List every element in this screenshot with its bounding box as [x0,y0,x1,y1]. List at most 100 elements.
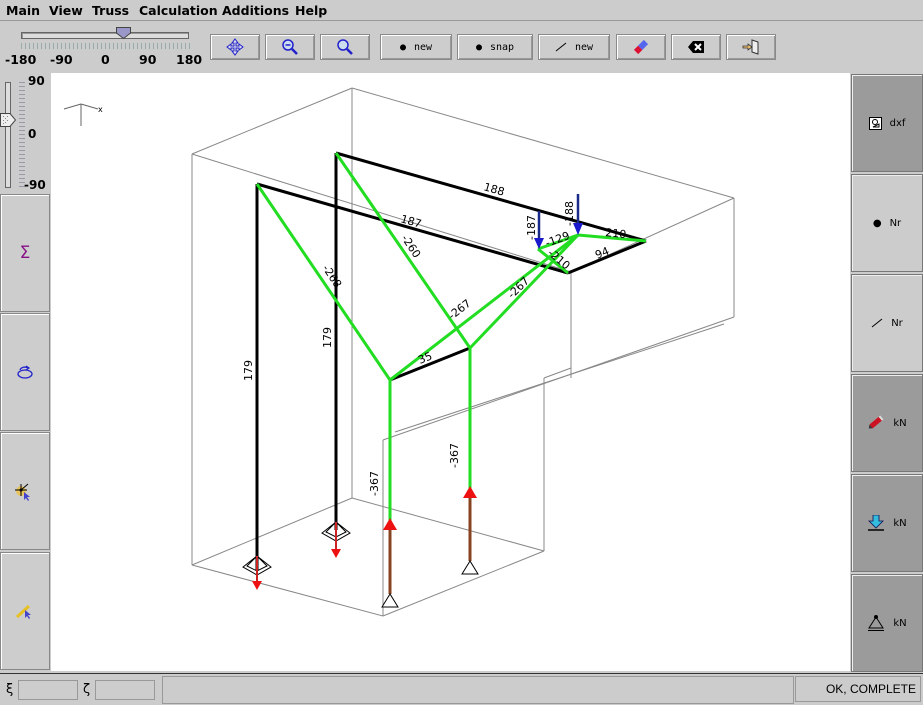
select-node-icon [15,483,30,501]
rotation-slider-track[interactable] [21,32,189,39]
xi-label: ξ [6,682,14,697]
rotate-view-button[interactable] [0,313,50,431]
menu-bar: Main View Truss Calculation Additions He… [0,0,923,21]
loads-label: kN [893,517,907,529]
pinned-support[interactable] [381,518,399,608]
member-force-icon [867,415,885,431]
member-force-label: -187 [525,215,538,240]
zoom-out-button[interactable] [265,34,315,60]
reactions-label: kN [893,617,907,629]
support-reaction-icon [867,614,885,632]
axis-x-label: x [98,105,103,114]
pan-button[interactable] [210,34,260,60]
delete-icon [688,41,704,53]
loads-toggle[interactable]: kN [851,474,923,572]
rotation-slider-ticks [21,43,191,49]
member-top-back[interactable] [335,151,647,243]
node-numbers-toggle[interactable]: ● Nr [851,174,923,272]
member-labels: 188 187 -260 -268 179 179 -187 -188 -129… [242,180,627,496]
rotation-tick-label: -90 [50,52,73,67]
member-force-label: 179 [242,360,255,381]
member-number-icon [871,318,883,328]
sum-button[interactable]: Σ [0,194,50,312]
rotation-tick-label: -180 [5,52,37,67]
member-force-label: -260 [399,232,424,260]
right-panel: dxf ● Nr Nr kN kN kN [850,72,923,672]
load-icon [867,515,885,531]
xi-field[interactable] [18,680,78,700]
snap-node-button[interactable]: ● snap [457,34,533,60]
select-member-icon [15,604,31,619]
left-panel: 90 0 -90 Σ [0,72,50,672]
reactions-toggle[interactable]: kN [851,574,923,672]
fixed-support[interactable] [321,521,351,558]
status-bar: ξ ζ OK, COMPLETE [0,673,923,705]
supports [242,486,479,608]
new-node-label: new [413,41,433,53]
member-numbers-label: Nr [891,317,903,329]
dxf-export-icon [868,116,882,130]
pinned-support[interactable] [461,486,479,575]
rotation-tick-label: 0 [101,52,110,67]
zeta-field[interactable] [95,680,155,700]
zoom-in-button[interactable] [320,34,370,60]
tilt-slider-track[interactable] [5,82,11,188]
menu-help[interactable]: Help [295,3,327,18]
zoom-in-icon [337,39,353,55]
member-forces-label: kN [893,417,907,429]
exit-icon [742,39,759,55]
member-force-label: -367 [448,443,461,468]
tilt-slider-thumb[interactable] [0,113,16,127]
move-icon [226,38,244,56]
export-dxf-toggle[interactable]: dxf [851,74,923,172]
node-number-icon: ● [872,217,882,229]
axis-indicator: x [63,103,103,126]
tension-members [255,151,647,570]
node-numbers-label: Nr [889,217,902,229]
member-diagonal[interactable] [255,183,392,381]
member-forces-toggle[interactable]: kN [851,374,923,472]
member-force-label: 187 [399,212,423,230]
snap-node-label: snap [489,41,515,53]
tilt-tick-label: -90 [24,178,46,192]
tilt-slider-ticks [19,82,25,188]
member-force-label: -268 [320,262,345,290]
new-member-label: new [574,41,594,53]
member-numbers-toggle[interactable]: Nr [851,274,923,372]
truss-canvas[interactable]: x 188 187 -260 -268 179 179 -187 -188 -1… [51,73,850,671]
rotation-slider-thumb[interactable] [116,27,131,39]
select-member-button[interactable] [0,552,50,670]
member-force-label: -188 [563,201,576,226]
status-message-area [162,676,794,704]
status-message: OK, COMPLETE [795,676,921,702]
zeta-label: ζ [83,682,91,697]
sigma-icon: Σ [19,243,31,263]
truss-drawing[interactable]: x 188 187 -260 -268 179 179 -187 -188 -1… [51,73,850,671]
menu-truss[interactable]: Truss [92,3,129,18]
menu-view[interactable]: View [49,3,83,18]
select-node-button[interactable] [0,432,50,550]
toolbar: -180 -90 0 90 180 ● new ● snap new [0,21,923,72]
exit-button[interactable] [726,34,776,60]
compression-members [255,152,647,530]
menu-calculation[interactable]: Calculation [139,3,218,18]
new-member-button[interactable]: new [538,34,610,60]
eraser-button[interactable] [616,34,666,60]
menu-main[interactable]: Main [6,3,40,18]
member-force-label: 210 [605,226,627,241]
dxf-label: dxf [889,117,906,129]
rotate-icon [17,365,33,379]
member-force-label: -367 [368,471,381,496]
zoom-out-icon [282,39,298,55]
tilt-tick-label: 0 [28,127,37,141]
member-force-label: 94 [593,244,611,261]
node-icon: ● [475,41,482,53]
node-icon: ● [399,41,406,53]
eraser-icon [633,39,649,55]
member-force-label: 179 [321,327,334,348]
new-node-button[interactable]: ● new [380,34,452,60]
rotation-tick-label: 90 [139,52,157,67]
member-icon [555,42,567,52]
delete-button[interactable] [671,34,721,60]
menu-additions[interactable]: Additions [222,3,289,18]
